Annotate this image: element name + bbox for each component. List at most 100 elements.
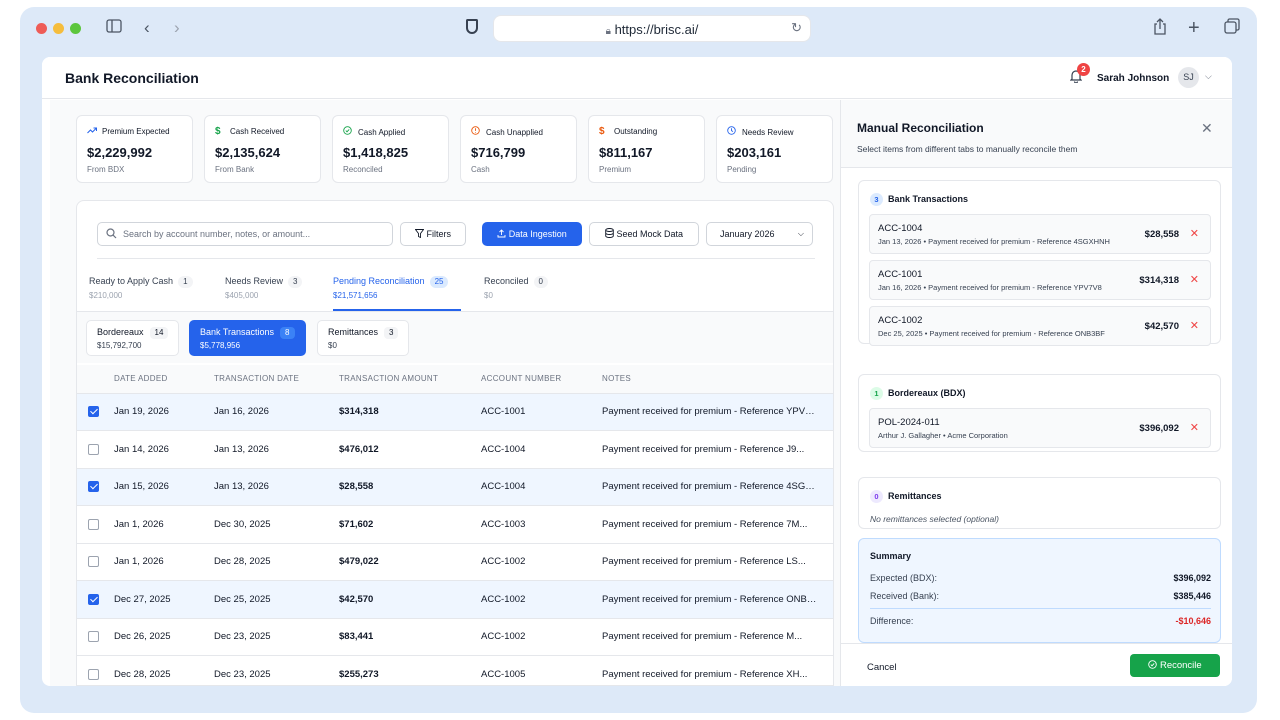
forward-icon[interactable]: ›: [174, 18, 180, 38]
table-row[interactable]: Jan 15, 2026 Jan 13, 2026 $28,558 ACC-1004 P…: [77, 468, 833, 506]
shield-icon: [466, 19, 478, 34]
share-icon[interactable]: [1153, 18, 1167, 40]
select-column-header: [77, 365, 114, 394]
row-checkbox[interactable]: [88, 481, 99, 493]
summary-card: Premium Expected $2,229,992 From BDX: [76, 115, 193, 183]
date-added-cell: Jan 19, 2026: [114, 393, 214, 431]
subtab-bank-transactions[interactable]: Bank Transactions 8 $5,778,956: [189, 320, 306, 356]
back-icon[interactable]: ‹: [144, 18, 150, 38]
subtab-remittances[interactable]: Remittances 3 $0: [317, 320, 410, 356]
tab-amount: $405,000: [225, 291, 259, 300]
card-label: Cash Unapplied: [486, 128, 543, 137]
divider: [97, 258, 815, 259]
tab-amount: $21,571,656: [333, 291, 378, 300]
cancel-button[interactable]: Cancel: [867, 662, 897, 673]
expected-value: $396,092: [1173, 573, 1211, 583]
filters-button[interactable]: Filters: [400, 222, 466, 246]
remove-item-icon[interactable]: ✕: [1190, 273, 1199, 286]
card-value: $2,229,992: [87, 145, 153, 160]
browser-toolbar: ‹ › 🔒︎ https://brisc.ai/ ↻ +: [20, 7, 1257, 51]
tab-needs-review[interactable]: Needs Review 3 $405,000: [225, 276, 303, 300]
tab-reconciled[interactable]: Reconciled 0 $0: [484, 276, 548, 300]
amount-cell: $255,273: [339, 655, 481, 685]
chevron-down-icon[interactable]: ⌵: [1205, 71, 1212, 82]
column-header-transaction-date[interactable]: TRANSACTION DATE: [214, 365, 339, 394]
close-window-button[interactable]: [36, 23, 47, 34]
expected-label: Expected (BDX):: [870, 573, 938, 583]
bank-transactions-section: 3 Bank Transactions ACC-1004 Jan 13, 2026 …: [858, 180, 1221, 346]
bdx-count-badge: 1: [870, 387, 883, 400]
new-tab-icon[interactable]: +: [1188, 18, 1200, 38]
tab-pending-reconciliation[interactable]: Pending Reconciliation 25 $21,571,656: [333, 276, 449, 300]
table-row[interactable]: Jan 14, 2026 Jan 13, 2026 $476,012 ACC-1004…: [77, 430, 833, 469]
seed-mock-data-button[interactable]: Seed Mock Data: [589, 222, 699, 246]
user-name[interactable]: Sarah Johnson: [1097, 73, 1169, 84]
remit-section-title: Remittances: [888, 491, 942, 501]
data-ingestion-button[interactable]: Data Ingestion: [482, 222, 582, 246]
row-checkbox[interactable]: [88, 518, 99, 530]
maximize-window-button[interactable]: [70, 23, 81, 34]
check-circle-icon: [343, 126, 355, 138]
address-bar[interactable]: 🔒︎ https://brisc.ai/ ↻: [494, 16, 810, 41]
tab-label: Pending Reconciliation: [333, 276, 425, 286]
avatar[interactable]: SJ: [1178, 67, 1199, 88]
column-header-date-added[interactable]: DATE ADDED: [114, 365, 214, 394]
card-subtext: Cash: [471, 165, 490, 174]
subtab-bordereaux[interactable]: Bordereaux 14 $15,792,700: [86, 320, 180, 356]
table-row[interactable]: Dec 26, 2025 Dec 23, 2025 $83,441 ACC-1002 P…: [77, 618, 833, 656]
column-header-account-number[interactable]: ACCOUNT NUMBER: [481, 365, 602, 394]
date-added-cell: Jan 14, 2026: [114, 430, 214, 469]
table-row[interactable]: Jan 19, 2026 Jan 16, 2026 $314,318 ACC-1001…: [77, 393, 833, 431]
column-header-notes[interactable]: NOTES: [602, 365, 833, 394]
row-checkbox[interactable]: [88, 668, 99, 680]
item-detail: Jan 13, 2026 • Payment received for prem…: [878, 237, 1110, 246]
column-header-transaction-amount[interactable]: TRANSACTION AMOUNT: [339, 365, 481, 394]
remove-item-icon[interactable]: ✕: [1190, 421, 1199, 434]
search-input[interactable]: [123, 226, 383, 242]
notes-cell: Payment received for premium - Reference…: [602, 580, 833, 619]
item-amount: $28,558: [1144, 229, 1179, 240]
amount-cell: $83,441: [339, 618, 481, 656]
tab-count-badge: 3: [288, 276, 303, 288]
reload-icon[interactable]: ↻: [791, 20, 802, 36]
account-cell: ACC-1002: [481, 618, 602, 656]
sidebar-toggle-icon[interactable]: [106, 18, 122, 38]
lock-icon: 🔒︎: [605, 26, 611, 37]
table-row[interactable]: Jan 1, 2026 Dec 28, 2025 $479,022 ACC-1002 P…: [77, 543, 833, 581]
bdx-section-title: Bordereaux (BDX): [888, 388, 966, 398]
summary-received-row: Received (Bank): $385,446: [870, 591, 1211, 601]
difference-label: Difference:: [870, 616, 914, 626]
card-value: $203,161: [727, 145, 782, 160]
item-account: POL-2024-011: [878, 417, 940, 428]
row-checkbox[interactable]: [88, 593, 99, 605]
received-label: Received (Bank):: [870, 591, 940, 601]
row-checkbox[interactable]: [88, 631, 99, 643]
tabs-overview-icon[interactable]: [1224, 18, 1240, 39]
subtab-amount: $5,778,956: [200, 341, 241, 350]
subtab-label: Remittances: [328, 327, 379, 337]
month-select[interactable]: January 2026 ⌵: [706, 222, 813, 246]
tab-label: Reconciled: [484, 276, 529, 286]
notes-cell: Payment received for premium - Reference…: [602, 655, 833, 685]
item-detail: Jan 16, 2026 • Payment received for prem…: [878, 283, 1102, 292]
minimize-window-button[interactable]: [53, 23, 64, 34]
table-row[interactable]: Jan 1, 2026 Dec 30, 2025 $71,602 ACC-1003 Pa…: [77, 505, 833, 544]
subtab-count-badge: 8: [280, 327, 295, 339]
tab-ready-to-apply-cash[interactable]: Ready to Apply Cash 1 $210,000: [89, 276, 193, 300]
table-row[interactable]: Dec 28, 2025 Dec 23, 2025 $255,273 ACC-1005…: [77, 655, 833, 685]
bank-section-title: Bank Transactions: [888, 194, 969, 204]
reconcile-button[interactable]: Reconcile: [1130, 654, 1220, 677]
close-icon[interactable]: ✕: [1201, 120, 1213, 137]
row-checkbox[interactable]: [88, 556, 99, 568]
date-added-cell: Jan 15, 2026: [114, 468, 214, 506]
table-row[interactable]: Dec 27, 2025 Dec 25, 2025 $42,570 ACC-1002 P…: [77, 580, 833, 619]
remove-item-icon[interactable]: ✕: [1190, 319, 1199, 332]
row-checkbox[interactable]: [88, 406, 99, 418]
page-title: Bank Reconciliation: [65, 70, 199, 86]
notes-cell: Payment received for premium - Reference…: [602, 468, 833, 506]
search-box[interactable]: [97, 222, 393, 246]
row-checkbox[interactable]: [88, 443, 99, 455]
subtab-label: Bordereaux: [97, 327, 144, 337]
item-account: ACC-1004: [878, 223, 923, 234]
remove-item-icon[interactable]: ✕: [1190, 227, 1199, 240]
